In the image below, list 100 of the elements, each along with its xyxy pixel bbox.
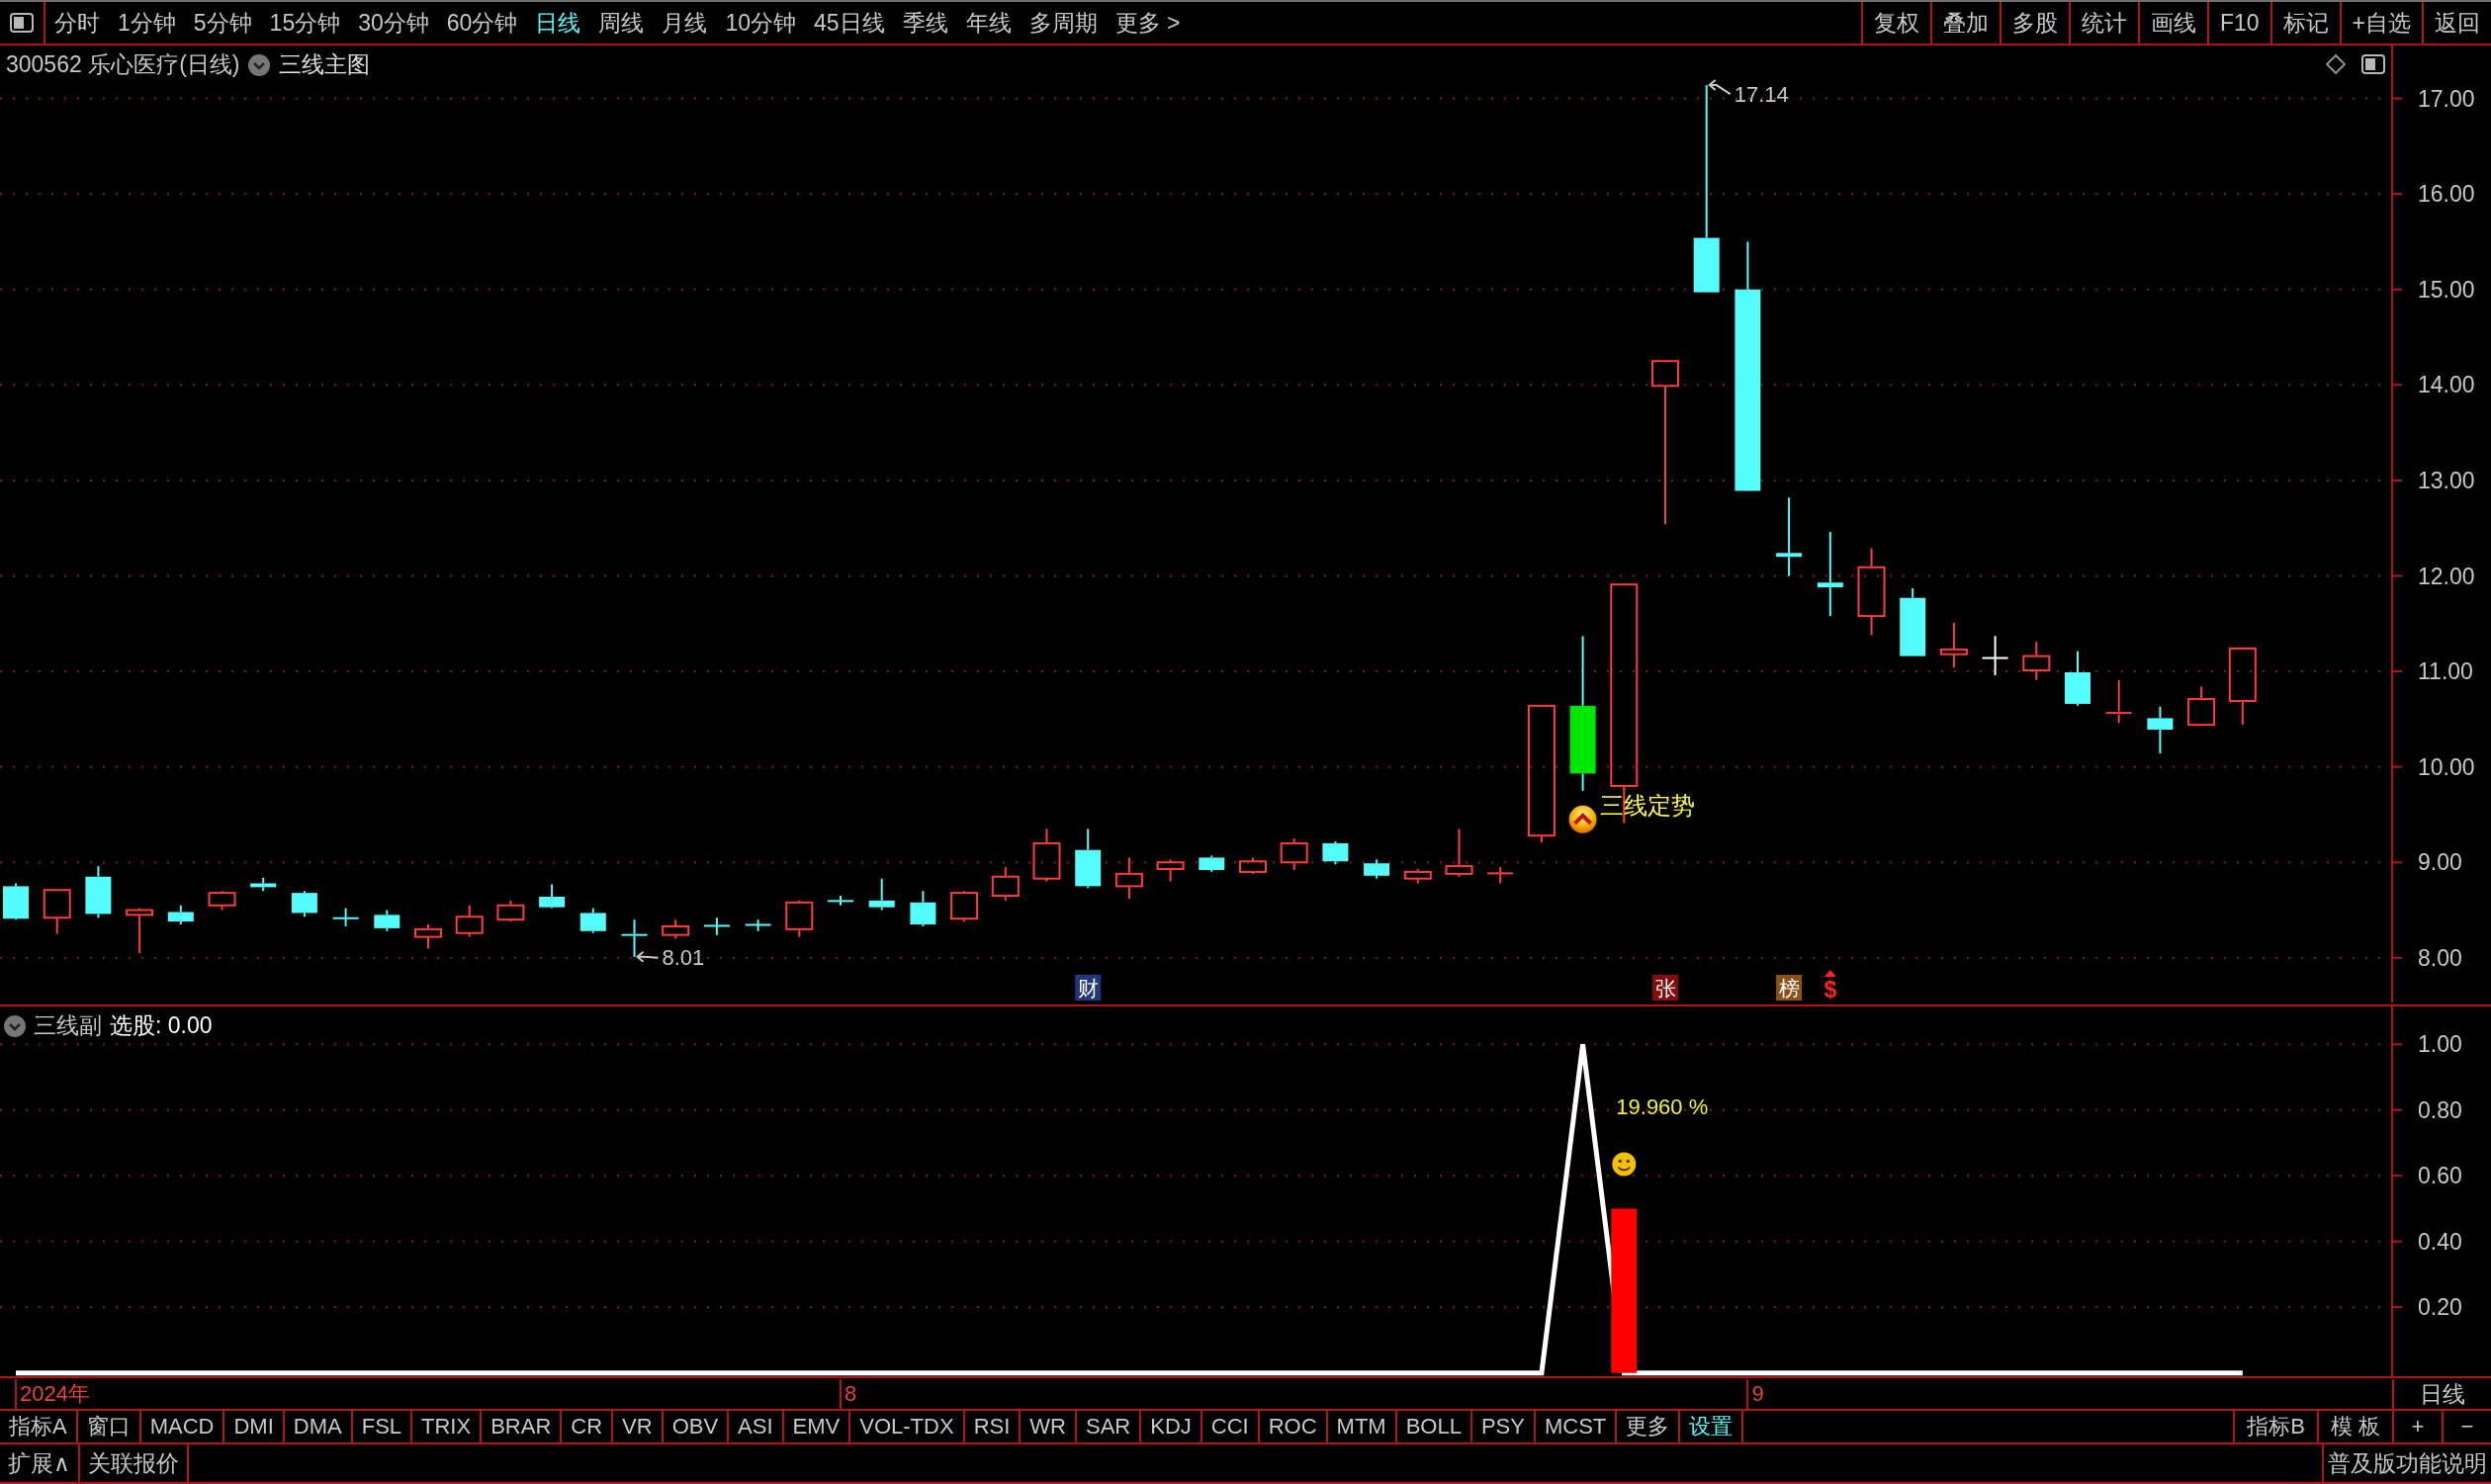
event-badge[interactable]: 榜: [1776, 975, 1803, 1001]
axis-label: 0.60: [2418, 1163, 2462, 1189]
indicator-tab[interactable]: CR: [562, 1411, 614, 1442]
indicator-tab[interactable]: EMV: [783, 1411, 851, 1442]
candlestick: [1939, 621, 1968, 669]
candlestick: [1445, 828, 1473, 878]
candlestick: [1322, 840, 1349, 866]
indicator-tab[interactable]: FSL: [352, 1411, 413, 1442]
candlestick: [374, 909, 400, 932]
period-tab[interactable]: 年线: [956, 2, 1021, 44]
indicator-tab[interactable]: DMA: [284, 1411, 353, 1442]
indicator-tab[interactable]: WR: [1021, 1411, 1077, 1442]
axis-label: 0.20: [2418, 1294, 2462, 1321]
indicator-tab[interactable]: DMI: [224, 1411, 285, 1442]
candlestick: [250, 876, 277, 893]
axis-label: 0.80: [2418, 1096, 2462, 1123]
candlestick: [1981, 635, 2009, 676]
indicator-tab[interactable]: 更多: [1617, 1411, 1681, 1442]
help-button[interactable]: 普及版功能说明: [2322, 1444, 2491, 1482]
candlestick: [208, 890, 236, 912]
indicator-tab[interactable]: VR: [613, 1411, 664, 1442]
toolbar-button[interactable]: F10: [2206, 2, 2270, 44]
indicator-tab[interactable]: RSI: [964, 1411, 1022, 1442]
indicator-tab[interactable]: CCI: [1201, 1411, 1260, 1442]
toolbar-button[interactable]: 统计: [2068, 2, 2138, 44]
toolbar-button[interactable]: +自选: [2339, 2, 2422, 44]
candlestick: [2104, 678, 2133, 725]
arrow-icon: [635, 950, 660, 963]
indicator-tab[interactable]: PSY: [1471, 1411, 1536, 1442]
panel-icon: [10, 13, 34, 33]
price-label: 17.14: [1734, 81, 1789, 107]
period-label: 日线: [2392, 1379, 2491, 1409]
period-tab[interactable]: 周线: [589, 2, 654, 44]
axis-label: 10.00: [2418, 753, 2475, 780]
candlestick: [414, 923, 442, 950]
indicator-tab[interactable]: OBV: [663, 1411, 730, 1442]
date-label: 8: [840, 1379, 857, 1409]
indicator-tab[interactable]: ROC: [1259, 1411, 1328, 1442]
candlestick: [1199, 854, 1225, 873]
toolbar-button[interactable]: 返回: [2422, 2, 2491, 44]
candlestick: [43, 889, 71, 935]
indicator-tab[interactable]: SAR: [1076, 1411, 1142, 1442]
period-tab[interactable]: 15分钟: [260, 2, 350, 44]
indicator-tab[interactable]: BOLL: [1396, 1411, 1472, 1442]
footer-button[interactable]: 关联报价: [79, 1444, 189, 1482]
toolbar-button[interactable]: 画线: [2137, 2, 2207, 44]
period-tab[interactable]: 45日线: [804, 2, 894, 44]
tool-button[interactable]: 模 板: [2316, 1411, 2392, 1442]
period-tab[interactable]: 季线: [893, 2, 957, 44]
footer-button[interactable]: 扩展∧: [0, 1444, 80, 1482]
indicator-tab[interactable]: VOL-TDX: [850, 1411, 965, 1442]
event-badge[interactable]: 财: [1075, 975, 1102, 1001]
toolbar-button[interactable]: 多股: [1999, 2, 2069, 44]
period-tab[interactable]: 更多 >: [1106, 2, 1190, 44]
toolbar-button[interactable]: 叠加: [1929, 2, 2000, 44]
period-tab[interactable]: 10分钟: [716, 2, 805, 44]
smiley-icon: [1612, 1152, 1637, 1177]
indicator-tab[interactable]: TRIX: [412, 1411, 483, 1442]
axis-label: 13.00: [2418, 467, 2475, 493]
toolbar-button[interactable]: 复权: [1860, 2, 1930, 44]
indicator-tab[interactable]: ASI: [729, 1411, 784, 1442]
period-tab[interactable]: 5分钟: [184, 2, 261, 44]
indicator-tab[interactable]: BRAR: [482, 1411, 563, 1442]
candlestick: [3, 882, 29, 921]
candlestick: [991, 866, 1020, 902]
candlestick: [1156, 858, 1185, 883]
toolbar-button[interactable]: 标记: [2269, 2, 2340, 44]
indicator-name[interactable]: 三线副: [34, 1010, 102, 1041]
candlestick: [950, 890, 979, 923]
stock-title: 300562 乐心医疗(日线): [6, 50, 240, 79]
template-name[interactable]: 三线主图: [279, 49, 371, 80]
diamond-icon[interactable]: [2326, 54, 2346, 74]
date-label: 9: [1746, 1379, 1764, 1409]
indicator-tab[interactable]: 指标A: [0, 1411, 78, 1442]
candlestick: [126, 907, 154, 954]
axis-label: 12.00: [2418, 563, 2475, 589]
event-badge[interactable]: 张: [1652, 975, 1678, 1001]
indicator-tab[interactable]: MCST: [1535, 1411, 1618, 1442]
period-tab[interactable]: 多周期: [1020, 2, 1107, 44]
candlestick: [1114, 856, 1143, 900]
tool-button[interactable]: +: [2392, 1411, 2442, 1442]
candlestick: [579, 907, 606, 934]
indicator-tab[interactable]: 窗口: [77, 1411, 141, 1442]
dropdown-icon[interactable]: [248, 53, 271, 76]
period-tab[interactable]: 1分钟: [109, 2, 185, 44]
indicator-tab[interactable]: MTM: [1327, 1411, 1397, 1442]
indicator-tab[interactable]: 设置: [1680, 1411, 1744, 1442]
period-tab[interactable]: 60分钟: [437, 2, 527, 44]
indicator-tab[interactable]: KDJ: [1141, 1411, 1202, 1442]
percent-label: 19.960 %: [1616, 1093, 1709, 1119]
tool-button[interactable]: −: [2442, 1411, 2491, 1442]
candlestick: [744, 918, 772, 932]
tool-button[interactable]: 指标B: [2233, 1411, 2317, 1442]
period-tab[interactable]: 日线: [526, 2, 590, 44]
dropdown-icon[interactable]: [4, 1014, 26, 1037]
period-tab[interactable]: 分时: [45, 2, 109, 44]
indicator-tab[interactable]: MACD: [140, 1411, 225, 1442]
period-tab[interactable]: 月线: [653, 2, 717, 44]
period-tab[interactable]: 30分钟: [349, 2, 438, 44]
candlestick: [455, 904, 484, 938]
